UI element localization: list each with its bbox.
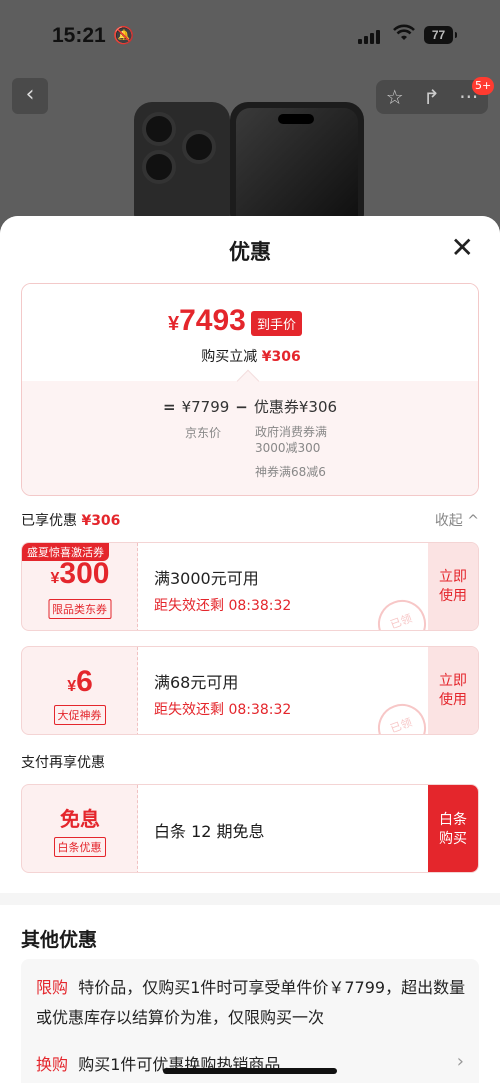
product-image: [134, 102, 364, 232]
coupon-condition: 满68元可用: [154, 673, 239, 692]
gov-coupon-label: 政府消费券满 3000减300: [255, 425, 328, 455]
limit-tag: 限购: [36, 978, 69, 997]
status-time: 15:21: [52, 24, 106, 47]
coupon-type-label: 大促神券: [53, 705, 106, 725]
other-discounts-box: 限购 特价品，仅购买1件时可享受单件价￥7799，超出数量或优惠库存以结算价为准…: [21, 959, 479, 1083]
back-button[interactable]: ‹: [12, 78, 48, 114]
home-indicator[interactable]: [163, 1068, 337, 1074]
baitiao-card: 免息 白条优惠 白条 12 期免息 白条 购买: [21, 784, 479, 873]
close-icon[interactable]: ✕: [451, 234, 474, 262]
coupon-type-label: 限品类东券: [48, 599, 111, 619]
claimed-stamp-icon: 已领: [371, 697, 433, 734]
wifi-icon: [393, 24, 415, 47]
coupon-details: 满68元可用 距失效还剩 08:38:32 已领: [138, 647, 433, 734]
jd-price-label: 京东价: [185, 426, 222, 440]
baitiao-buy-button[interactable]: 白条 购买: [428, 785, 478, 872]
claimed-stamp-icon: 已领: [371, 593, 433, 630]
sheet-content: 优惠 ✕ ¥7493 到手价 购买立减 ¥306 = ¥7799− 优惠券¥306 …: [0, 216, 500, 893]
star-favorite-icon[interactable]: ☆: [386, 85, 404, 109]
god-coupon-label: 神券满68减6: [255, 465, 326, 479]
coupon-expire-countdown: 距失效还剩 08:38:32: [154, 702, 292, 718]
coupon-details: 满3000元可用 距失效还剩 08:38:32 已领: [138, 543, 433, 630]
enjoyed-discount-row: 已享优惠 ¥306 收起 ^: [21, 510, 479, 530]
other-discounts-title: 其他优惠: [21, 929, 98, 951]
final-price-tag: 到手价: [251, 311, 303, 336]
product-header-area: 15:21 🔕 77 ‹ ☆ ↱ ··· 5+: [0, 0, 500, 232]
final-price-card: ¥7493 到手价 购买立减 ¥306 = ¥7799− 优惠券¥306 京东价 政…: [21, 283, 479, 496]
share-icon[interactable]: ↱: [423, 85, 440, 109]
phone-back-image: [134, 102, 230, 232]
coupon-card: ¥300 限品类东券 盛夏惊喜激活券 满3000元可用 距失效还剩 08:38:…: [21, 542, 479, 631]
collapse-button[interactable]: 收起 ^: [435, 510, 479, 530]
coupon-condition: 满3000元可用: [154, 569, 259, 588]
chevron-right-icon: ›: [456, 1051, 464, 1072]
coupon-corner-tag: 盛夏惊喜激活券: [22, 543, 109, 561]
coupon-expire-countdown: 距失效还剩 08:38:32: [154, 598, 292, 614]
baitiao-condition: 白条 12 期免息: [154, 822, 265, 841]
final-price: ¥7493: [168, 304, 246, 337]
price-formula: = ¥7799− 优惠券¥306: [163, 398, 338, 416]
cellular-signal-icon: [358, 28, 380, 44]
status-bar: 15:21 🔕 77: [0, 22, 500, 52]
phone-front-image: [230, 102, 364, 232]
sheet-title: 优惠: [229, 240, 271, 264]
coupon-value: ¥6 大促神券: [22, 647, 138, 734]
purchase-reduction: 购买立减 ¥306: [201, 349, 301, 365]
mute-bell-icon: 🔕: [113, 26, 135, 46]
price-card-upper: ¥7493 到手价 购买立减 ¥306: [22, 284, 478, 381]
message-badge: 5+: [472, 77, 495, 95]
battery-icon: 77: [424, 26, 457, 44]
payment-discount-title: 支付再享优惠: [21, 755, 105, 771]
discount-sheet: 优惠 ✕ ¥7493 到手价 购买立减 ¥306 = ¥7799− 优惠券¥306 …: [0, 216, 500, 1083]
use-coupon-button[interactable]: 立即 使用: [428, 543, 478, 630]
baitiao-type-label: 白条优惠: [53, 837, 106, 857]
purchase-limit-info: 限购 特价品，仅购买1件时可享受单件价￥7799，超出数量或优惠库存以结算价为准…: [36, 978, 466, 1027]
use-coupon-button[interactable]: 立即 使用: [428, 647, 478, 734]
swap-tag: 换购: [36, 1055, 69, 1074]
coupon-card: ¥6 大促神券 满68元可用 距失效还剩 08:38:32 已领 立即 使用: [21, 646, 479, 735]
baitiao-value: 免息 白条优惠: [22, 785, 138, 872]
other-discounts: 其他优惠 限购 特价品，仅购买1件时可享受单件价￥7799，超出数量或优惠库存以…: [0, 905, 500, 1083]
baitiao-details: 白条 12 期免息: [138, 785, 430, 872]
